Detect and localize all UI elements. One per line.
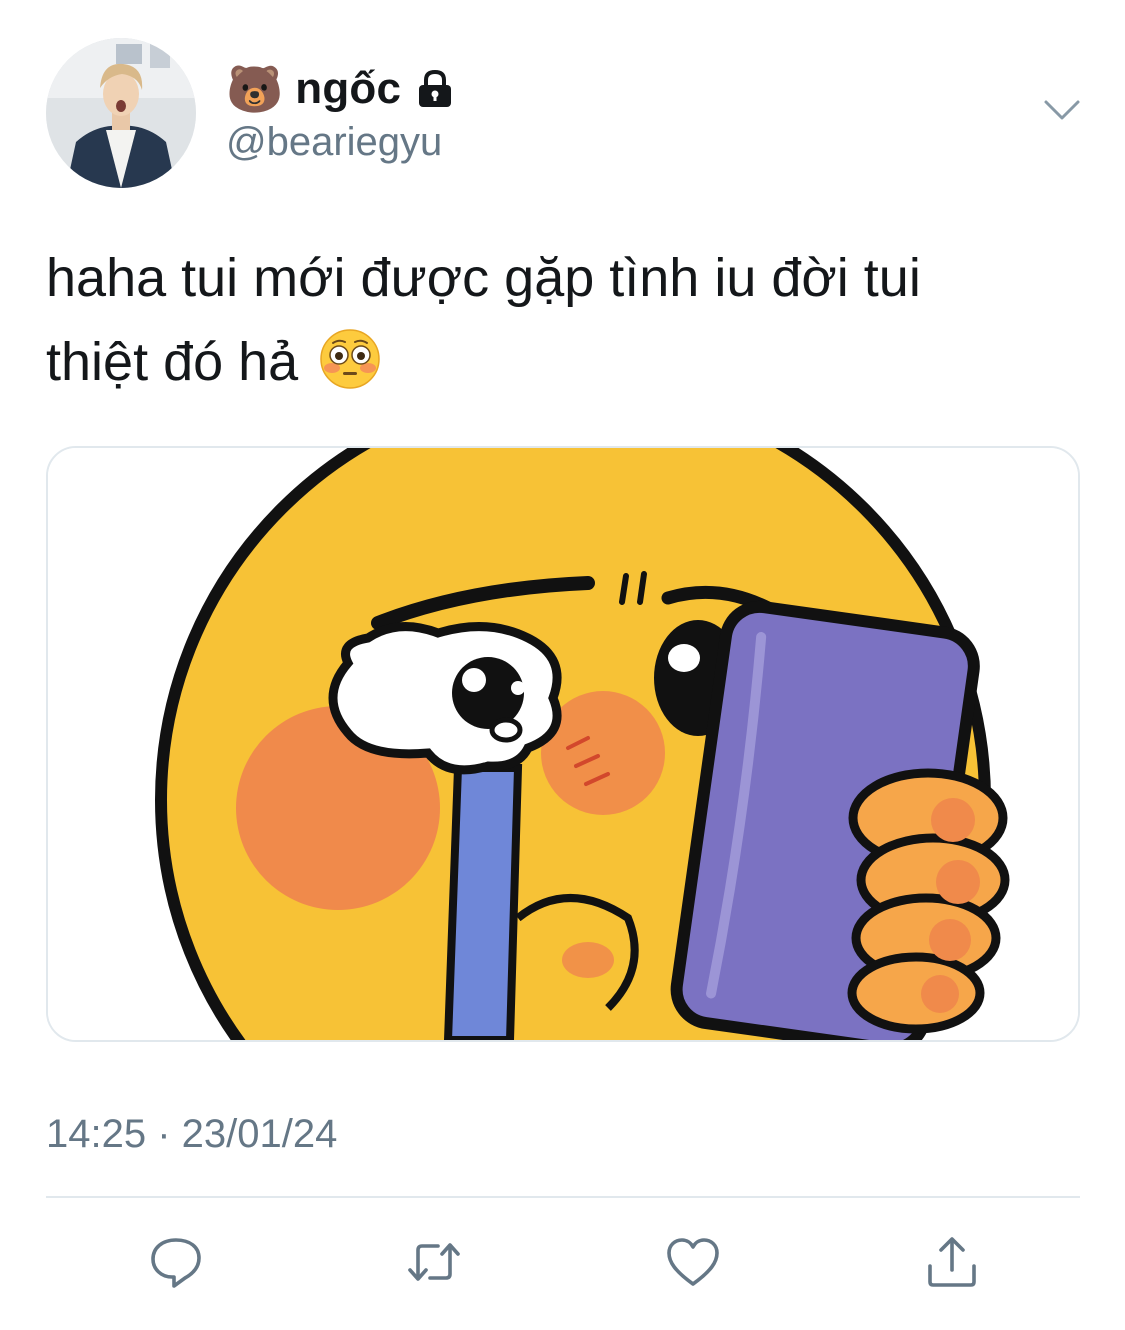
- reply-icon: [151, 1238, 201, 1288]
- retweet-icon: [408, 1243, 460, 1281]
- tweet-text-line: thiệt đó hả: [46, 332, 299, 392]
- crying-emoji-sticker: [48, 448, 1078, 1040]
- tweet-text: haha tui mới được gặp tình iu đời tui th…: [46, 236, 1086, 404]
- bear-emoji-icon: 🐻: [226, 62, 284, 116]
- lock-icon: [413, 67, 457, 111]
- like-button[interactable]: [663, 1234, 723, 1290]
- tweet-text-line-2: thiệt đó hả: [46, 320, 1086, 404]
- heart-icon: [667, 1238, 719, 1286]
- author-handle[interactable]: @beariegyu: [226, 120, 442, 165]
- avatar[interactable]: [46, 38, 196, 188]
- retweet-button[interactable]: [404, 1234, 464, 1290]
- author-display-name: ngốc: [295, 64, 402, 113]
- media-image[interactable]: [46, 446, 1080, 1042]
- flushed-face-icon: [319, 328, 381, 390]
- tweet-timestamp[interactable]: 14:25 · 23/01/24: [46, 1112, 337, 1157]
- reply-button[interactable]: [146, 1234, 206, 1290]
- share-button[interactable]: [922, 1234, 982, 1290]
- share-icon: [928, 1237, 976, 1287]
- author-name-row[interactable]: 🐻 ngốc: [226, 60, 457, 118]
- divider: [46, 1196, 1080, 1198]
- tweet-text-line: haha tui mới được gặp tình iu đời tui: [46, 248, 921, 308]
- avatar-photo: [46, 38, 196, 188]
- chevron-down-icon[interactable]: [1040, 92, 1084, 128]
- tweet: 🐻 ngốc @beariegyu haha tui mới được gặp …: [0, 0, 1125, 1330]
